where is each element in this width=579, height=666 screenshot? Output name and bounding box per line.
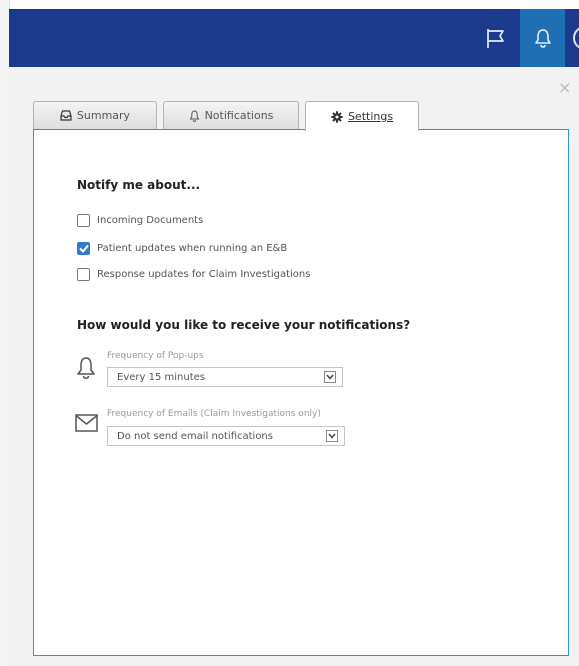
tab-settings[interactable]: Settings [305, 101, 419, 131]
checkbox[interactable] [77, 214, 90, 227]
option-label: Incoming Documents [97, 215, 204, 226]
envelope-icon [75, 414, 98, 432]
tab-label: Notifications [204, 109, 274, 122]
option-patient-updates[interactable]: Patient updates when running an E&B [77, 242, 287, 255]
checkbox[interactable] [77, 268, 90, 281]
inbox-icon [60, 110, 72, 121]
bell-icon [534, 29, 551, 48]
select-value: Every 15 minutes [117, 371, 205, 383]
flag-button[interactable] [472, 9, 520, 67]
notify-me-heading: Notify me about... [77, 178, 201, 192]
popup-frequency-label: Frequency of Pop-ups [107, 351, 204, 361]
dropdown-button[interactable] [324, 371, 336, 383]
checkbox-checked[interactable] [77, 242, 90, 255]
notifications-bell-button[interactable] [520, 9, 565, 67]
chevron-down-icon [328, 433, 336, 439]
popup-frequency-select[interactable]: Every 15 minutes [107, 367, 343, 387]
account-circle-button[interactable] [573, 26, 579, 50]
option-incoming-documents[interactable]: Incoming Documents [77, 214, 203, 227]
option-label: Patient updates when running an E&B [97, 243, 288, 254]
tab-label: Settings [347, 110, 394, 123]
tab-summary[interactable]: Summary [33, 101, 157, 129]
tab-notifications[interactable]: Notifications [163, 101, 299, 129]
option-label: Response updates for Claim Investigation… [97, 269, 311, 280]
select-value: Do not send email notifications [117, 430, 273, 442]
tab-label: Summary [76, 109, 131, 122]
top-navigation-bar [9, 9, 579, 67]
option-claim-investigations[interactable]: Response updates for Claim Investigation… [77, 268, 310, 281]
chevron-down-icon [326, 374, 334, 380]
dropdown-button[interactable] [326, 430, 338, 442]
bell-icon [189, 109, 199, 122]
checkmark-icon [78, 244, 89, 253]
receive-notifications-heading: How would you like to receive your notif… [77, 318, 411, 332]
flag-icon [487, 29, 504, 48]
email-frequency-label: Frequency of Emails (Claim Investigation… [107, 409, 321, 419]
close-icon[interactable]: × [558, 80, 571, 96]
gear-icon [331, 110, 343, 123]
email-frequency-select[interactable]: Do not send email notifications [107, 426, 345, 446]
settings-content [33, 129, 569, 656]
bell-icon [77, 357, 95, 380]
